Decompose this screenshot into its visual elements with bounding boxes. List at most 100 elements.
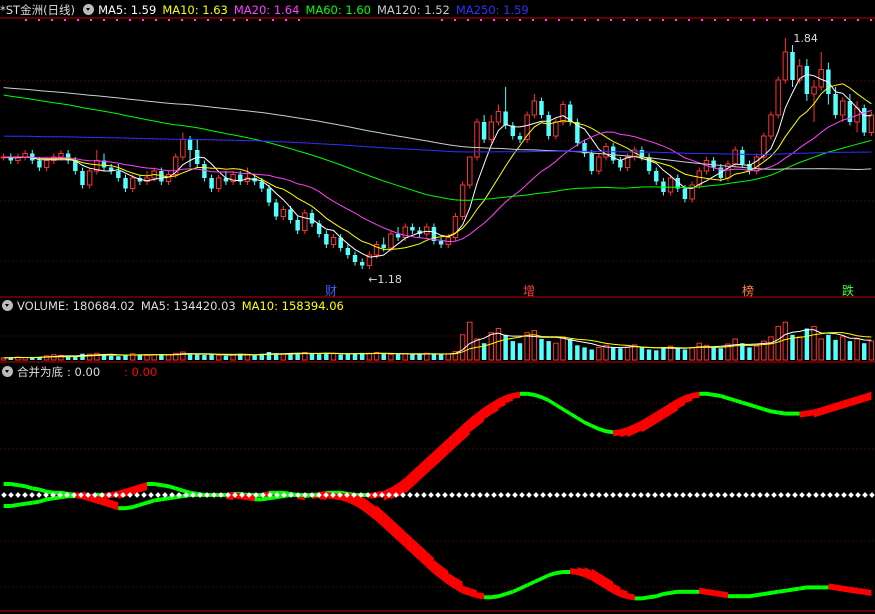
candle-body [352,255,358,262]
indicator-lower-segment [520,583,528,591]
zero-line-dot [617,492,623,498]
volume-bar [309,353,315,360]
volume-bar [747,347,752,360]
indicator-upper-segment [505,392,513,404]
zero-line-dot [547,492,553,498]
indicator-upper-segment [147,482,155,486]
zero-line-dot [757,492,763,498]
volume-bar [661,347,666,360]
indicator-lower-segment [857,587,865,595]
zero-line-dot [596,492,602,498]
indicator-upper-segment [555,402,563,412]
chart-canvas[interactable]: 1.84 ←1.18 财 增 榜 跌 [0,0,875,614]
volume-bar [316,354,322,360]
indicator-lower-segment [125,505,133,511]
indicator-upper-segment [835,400,843,411]
volume-bar [209,354,214,360]
candle-body [395,234,401,238]
volume-bar [618,348,623,360]
zero-line-dot [29,492,35,498]
indicator-lower-segment [111,500,119,511]
zero-line-dot [869,492,875,498]
zero-line-dot [792,492,798,498]
volume-bar [510,341,516,360]
candles-group [0,38,875,269]
volume-bar [818,338,824,361]
indicator-upper-segment [139,482,147,493]
volume-bar [524,332,530,361]
indicator-upper-segment [649,411,657,428]
volume-bar [682,349,688,360]
indicator-lower-segment [684,589,693,594]
volume-bar [65,356,71,360]
candle-body [862,108,867,133]
candle-body [811,86,817,95]
indicator-upper-segment [763,407,771,414]
zero-line-dot [498,492,504,498]
indicator-upper-segment [498,395,506,409]
volume-bar [417,354,422,360]
zero-line-dot [435,492,441,498]
indicator-lower-segment [534,576,542,584]
candle-body [58,153,64,158]
indicator-lower-segment [598,573,606,590]
indicator-lower-segment [792,586,800,592]
volume-bar [575,345,580,360]
indicator-upper-segment [419,457,427,481]
event-tag-2: 榜 [742,283,754,298]
indicator-lower-segment [563,570,571,574]
volume-bar [288,353,293,360]
indicator-upper-segment [771,409,779,415]
event-dot [25,19,27,21]
event-dot [636,19,638,21]
volume-bar [833,339,838,360]
zero-line-dot [8,492,14,498]
indicator-upper-segment [534,392,542,400]
candle-body [596,156,602,172]
indicator-upper-segment [606,429,614,435]
zero-line-dot [470,492,476,498]
event-dot [142,19,144,21]
volume-bar [868,340,875,361]
indicator-upper-segment [3,482,11,486]
indicator-upper-segment [132,484,140,495]
event-dot [623,19,625,21]
indicator-lower-segment [139,500,147,507]
indicator-upper-segment [778,410,786,416]
candle-body [495,111,502,123]
indicator-lower-segment [484,595,492,600]
event-dot [714,19,716,21]
candle-body [280,209,287,217]
indicator-lower-segment [10,502,18,508]
indicator-lower-segment [613,583,621,598]
event-dot [454,19,456,21]
indicator-upper-segment [677,395,685,409]
volume-bar [410,354,415,360]
volume-bar [567,339,573,360]
volume-bar [862,343,867,360]
indicator-lower-segment [842,585,850,593]
event-dot [272,19,274,21]
candle-body [488,121,495,140]
indicator-upper-segment [663,402,671,420]
indicator-upper-segment [713,392,721,398]
volume-bar [324,352,329,360]
indicator-upper-segment [720,394,728,401]
zero-line-dot [638,492,644,498]
event-dot [64,19,66,21]
indicator-upper-segment [634,420,642,434]
indicator-lower-segment [118,506,126,511]
indicator-lower-segment [641,595,650,601]
zero-line-dot [708,492,714,498]
indicator-lower-segment [541,573,549,581]
event-dot [844,19,846,21]
volume-bar [768,336,774,361]
candle-body [123,178,128,189]
zero-line-dot [442,492,448,498]
indicator-upper-segment [857,394,865,405]
event-dot [701,19,703,21]
indicator-upper-segment [699,391,707,396]
volume-bar [381,353,386,360]
zero-line-dot [1,492,7,498]
indicator-upper-segment [541,395,549,403]
